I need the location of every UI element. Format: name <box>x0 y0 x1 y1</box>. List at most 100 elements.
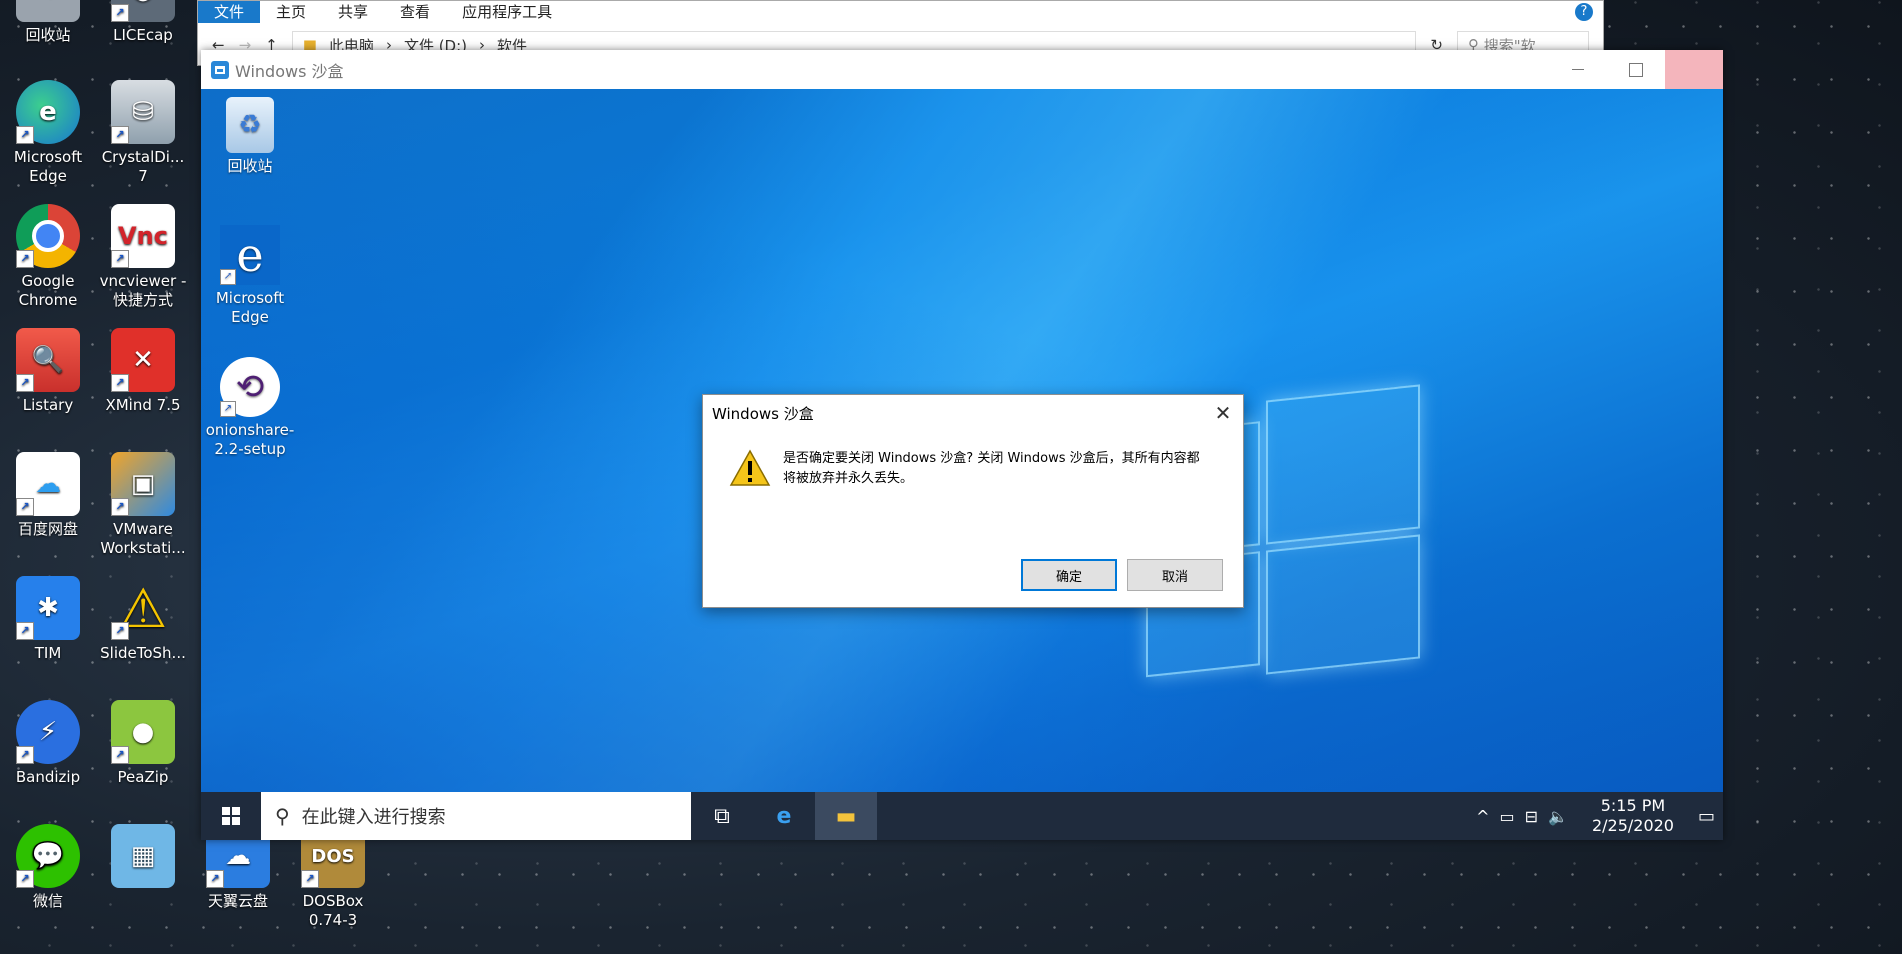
shortcut-arrow-icon: ↗ <box>111 498 129 516</box>
shortcut-arrow-icon: ↗ <box>111 746 129 764</box>
host-icon-licecap[interactable]: ◉↗ LICEcap <box>95 0 191 45</box>
xmind-icon: ✕ ↗ <box>111 328 175 392</box>
sandbox-title: Windows 沙盒 <box>235 61 344 81</box>
tab-file[interactable]: 文件 <box>198 1 261 23</box>
host-icon-peazip[interactable]: ● ↗ PeaZip <box>95 700 191 787</box>
icon-label: Listary <box>22 396 74 414</box>
icon-label: 回收站 <box>25 26 71 44</box>
peazip-icon: ● ↗ <box>111 700 175 764</box>
shortcut-arrow-icon: ↗ <box>16 250 34 268</box>
host-icon-vncviewer[interactable]: Vnc ↗ vncviewer - 快捷方式 <box>95 204 191 310</box>
host-icon-edge[interactable]: e ↗ Microsoft Edge <box>0 80 96 186</box>
licecap-icon: ◉↗ <box>111 0 175 22</box>
tab-share[interactable]: 共享 <box>322 1 384 23</box>
recycle-bin-icon: ♻ <box>16 0 80 22</box>
help-icon[interactable]: ? <box>1575 3 1593 21</box>
host-icon-recycle-bin[interactable]: ♻ 回收站 <box>0 0 96 45</box>
shortcut-arrow-icon: ↗ <box>16 374 34 392</box>
icon-label: onionshare-2.2-setup <box>205 421 295 458</box>
icon-label: 微信 <box>32 892 63 910</box>
tab-app-tools[interactable]: 应用程序工具 <box>446 1 568 23</box>
icon-label: 天翼云盘 <box>207 892 268 910</box>
maximize-icon <box>1629 62 1643 77</box>
icon-label: VMware Workstati... <box>100 520 186 557</box>
host-icon-bandizip[interactable]: ⚡ ↗ Bandizip <box>0 700 96 787</box>
shortcut-arrow-icon: ↗ <box>16 126 34 144</box>
clock-date: 2/25/2020 <box>1591 816 1674 835</box>
icon-label: 回收站 <box>227 157 273 175</box>
edge-icon: e ↗ <box>220 225 280 285</box>
shortcut-arrow-icon: ↗ <box>220 269 236 285</box>
search-icon: ⚲ <box>275 804 290 828</box>
onionshare-icon: ⟲ ↗ <box>220 357 280 417</box>
host-icon-unknown-app[interactable]: ▦ <box>95 824 191 892</box>
sandbox-titlebar[interactable]: Windows 沙盒 <box>201 50 1723 89</box>
crystaldisk-icon: ⛁ ↗ <box>111 80 175 144</box>
sandbox-taskbar: ⚲ 在此键入进行搜索 ⧉ e ▬ ^ ▭ ⊟ 🔈 5:15 PM 2/25/20… <box>201 792 1723 840</box>
host-icon-crystaldisk[interactable]: ⛁ ↗ CrystalDi... 7 <box>95 80 191 186</box>
taskbar-edge-button[interactable]: e <box>753 792 815 840</box>
app-window-icon: ▦ <box>111 824 175 888</box>
cancel-button[interactable]: 取消 <box>1127 559 1223 591</box>
icon-label: Microsoft Edge <box>13 148 83 185</box>
recycle-bin-icon: ♻ <box>226 97 274 153</box>
dialog-title: Windows 沙盒 <box>712 404 814 423</box>
battery-icon[interactable]: ▭ <box>1499 807 1514 826</box>
taskbar-clock[interactable]: 5:15 PM 2/25/2020 <box>1592 796 1674 836</box>
close-button[interactable] <box>1665 50 1723 89</box>
host-icon-vmware[interactable]: ▣ ↗ VMware Workstati... <box>95 452 191 558</box>
vmware-icon: ▣ ↗ <box>111 452 175 516</box>
shortcut-arrow-icon: ↗ <box>111 126 129 144</box>
chrome-icon: ↗ <box>16 204 80 268</box>
dialog-titlebar[interactable]: Windows 沙盒 ✕ <box>703 395 1243 431</box>
ok-button[interactable]: 确定 <box>1021 559 1117 591</box>
host-icon-tim[interactable]: ✱ ↗ TIM <box>0 576 96 663</box>
baidu-netdisk-icon: ☁ ↗ <box>16 452 80 516</box>
clock-time: 5:15 PM <box>1600 796 1666 815</box>
dialog-buttons: 确定 取消 <box>1021 559 1223 591</box>
host-icon-xmind[interactable]: ✕ ↗ XMind 7.5 <box>95 328 191 415</box>
icon-label: Microsoft Edge <box>215 289 285 326</box>
icon-label: SlideToSh... <box>100 644 186 662</box>
tab-view[interactable]: 查看 <box>384 1 446 23</box>
host-icon-baidu[interactable]: ☁ ↗ 百度网盘 <box>0 452 96 539</box>
sandbox-icon-edge[interactable]: e ↗ Microsoft Edge <box>205 225 295 327</box>
icon-label: DOSBox 0.74-3 <box>302 892 364 929</box>
icon-label: Bandizip <box>15 768 81 786</box>
close-sandbox-dialog: Windows 沙盒 ✕ 是否确定要关闭 Windows 沙盒? 关闭 Wind… <box>702 394 1244 608</box>
dialog-message: 是否确定要关闭 Windows 沙盒? 关闭 Windows 沙盒后，其所有内容… <box>783 451 1200 486</box>
host-icon-chrome[interactable]: ↗ Google Chrome <box>0 204 96 310</box>
shortcut-arrow-icon: ↗ <box>206 870 224 888</box>
dialog-body: 是否确定要关闭 Windows 沙盒? 关闭 Windows 沙盒后，其所有内容… <box>703 431 1243 489</box>
taskbar-explorer-button[interactable]: ▬ <box>815 792 877 840</box>
shortcut-arrow-icon: ↗ <box>16 498 34 516</box>
task-view-button[interactable]: ⧉ <box>691 792 753 840</box>
taskbar-search-input[interactable]: ⚲ 在此键入进行搜索 <box>261 792 691 840</box>
vnc-icon: Vnc ↗ <box>111 204 175 268</box>
bandizip-icon: ⚡ ↗ <box>16 700 80 764</box>
icon-label: TIM <box>34 644 62 662</box>
dialog-close-button[interactable]: ✕ <box>1211 401 1235 425</box>
host-icon-listary[interactable]: 🔍 ↗ Listary <box>0 328 96 415</box>
start-button[interactable] <box>201 792 261 840</box>
tab-home[interactable]: 主页 <box>260 1 322 23</box>
listary-icon: 🔍 ↗ <box>16 328 80 392</box>
icon-label: vncviewer - 快捷方式 <box>99 272 187 309</box>
icon-label: Google Chrome <box>18 272 78 309</box>
maximize-button[interactable] <box>1607 50 1665 89</box>
icon-label: XMind 7.5 <box>105 396 181 414</box>
windows-start-icon <box>222 807 240 825</box>
chevron-up-icon[interactable]: ^ <box>1476 807 1489 826</box>
sandbox-icon-recycle-bin[interactable]: ♻ 回收站 <box>205 97 295 176</box>
minimize-button[interactable] <box>1549 50 1607 89</box>
host-icon-wechat[interactable]: 💬 ↗ 微信 <box>0 824 96 911</box>
sandbox-icon-onionshare[interactable]: ⟲ ↗ onionshare-2.2-setup <box>205 357 295 459</box>
network-icon[interactable]: ⊟ <box>1525 807 1538 826</box>
shortcut-arrow-icon: ↗ <box>16 622 34 640</box>
task-view-icon: ⧉ <box>714 803 730 829</box>
volume-icon[interactable]: 🔈 <box>1548 807 1568 826</box>
host-icon-slidetosh[interactable]: ⚠ ↗ SlideToSh... <box>95 576 191 663</box>
shortcut-arrow-icon: ↗ <box>301 870 319 888</box>
edge-icon: e <box>776 803 792 829</box>
notification-icon[interactable]: ▭ <box>1698 806 1715 827</box>
